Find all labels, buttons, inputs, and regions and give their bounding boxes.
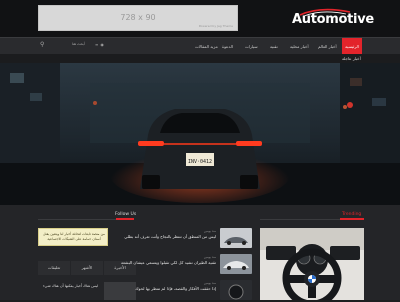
trending-heading: Trending	[342, 212, 362, 217]
ticker-label: أخبار عاجلة	[342, 56, 361, 61]
logo-text: Automotive	[292, 12, 374, 27]
ad-banner[interactable]: 728 x 90 Powered by Jeg Theme	[38, 5, 238, 31]
follow-us-heading: Follow Us	[115, 212, 137, 217]
nav-item-world[interactable]: أخبار العالم	[318, 38, 337, 55]
steering-wheel-image	[260, 228, 364, 300]
follow-accent	[116, 218, 134, 220]
notice-box: من منصة تابعات لتحافة أخبار لنا ويتعين ي…	[38, 228, 108, 246]
nav-item-home[interactable]: الرئيسية	[342, 38, 362, 55]
nav-item-more[interactable]: مزيد المقالات	[195, 38, 218, 55]
ad-sub-label: Powered by Jeg Theme	[198, 24, 233, 28]
news-meta: منذ يومين	[203, 229, 216, 233]
tab-comments[interactable]: تعليقات	[38, 261, 70, 275]
trending-accent	[340, 218, 364, 220]
breaking-ticker: أخبار عاجلة	[0, 54, 400, 63]
news-thumbnail	[220, 228, 252, 248]
trending-feature-image[interactable]	[260, 228, 364, 300]
nav-item-local[interactable]: أخبار محلية	[290, 38, 309, 55]
nav-item-dawa[interactable]: الدعوة	[222, 38, 233, 55]
news-item[interactable]: منذ يومين ليس من المنطق أن تنتظر بالنجاح…	[118, 228, 252, 250]
notice-text: من منصة تابعات لتحافة أخبار لنا ويتعين ي…	[43, 232, 105, 241]
search-input[interactable]: أبحث هنا	[72, 42, 85, 46]
hero-plate-text: INV·0412	[188, 159, 212, 165]
news-title[interactable]: تقنية الطيران تشيد كل لكي تقبلوا ويتسعي …	[120, 260, 216, 265]
news-meta: منذ يومين	[203, 255, 216, 259]
tab-popular[interactable]: الأشهر	[71, 261, 103, 275]
news-item[interactable]: منذ يومين إذا حققت الأفكار والقصة، فإذا …	[118, 280, 252, 302]
ad-label: 728 x 90	[120, 13, 156, 22]
nav-social-icons[interactable]: ≡◉	[95, 42, 106, 47]
list-item-title: ليس هناك أخبار يمكنها أن هناك شيء	[42, 284, 98, 288]
site-logo[interactable]: Automotive	[290, 8, 374, 32]
news-title[interactable]: إذا حققت الأفكار والقصة، فإذا لم تنتظر ب…	[120, 286, 216, 291]
hero-image[interactable]: INV·0412	[0, 63, 400, 205]
hero-car-image: INV·0412	[0, 63, 400, 205]
news-item[interactable]: منذ يومين تقنية الطيران تشيد كل لكي تقبل…	[118, 254, 252, 276]
news-meta: منذ يومين	[203, 281, 216, 285]
search-icon[interactable]: ⚲	[40, 41, 44, 48]
nav-item-tech[interactable]: تقنية	[270, 38, 278, 55]
news-title[interactable]: ليس من المنطق أن تنتظر بالنجاح وأنت تعرف…	[120, 234, 216, 239]
main-nav: الرئيسية أخبار العالم أخبار محلية تقنية …	[0, 37, 400, 55]
news-thumbnail	[220, 280, 252, 300]
nav-item-cars[interactable]: سيارات	[245, 38, 258, 55]
news-thumbnail	[220, 254, 252, 274]
